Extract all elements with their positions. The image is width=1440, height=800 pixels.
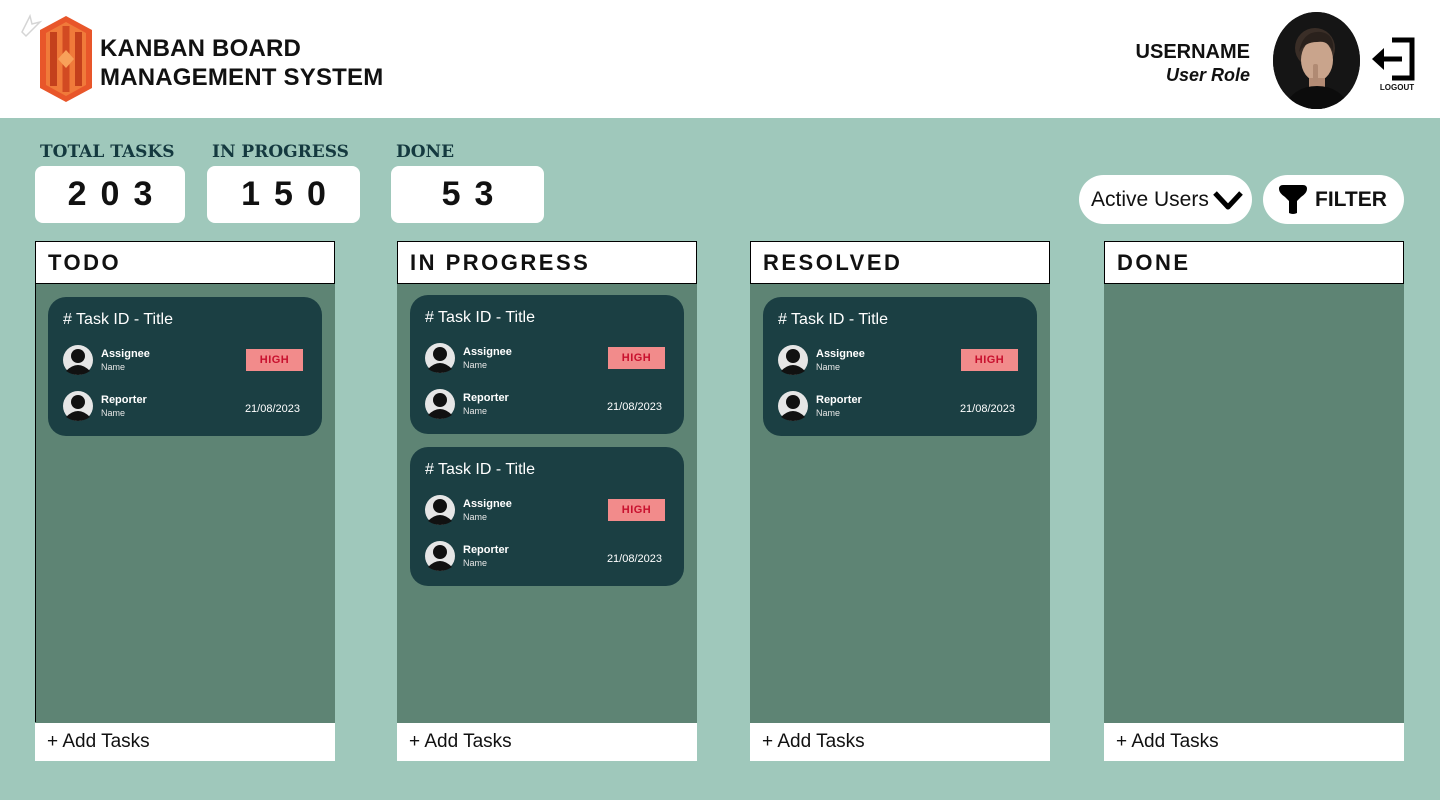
add-tasks-button[interactable]: + Add Tasks (35, 723, 335, 761)
assignee-label: Assignee (101, 348, 150, 360)
logout-label: LOGOUT (1379, 83, 1415, 92)
logout-icon (1372, 37, 1415, 81)
stat-value-in-progress: 150 (207, 166, 360, 223)
column-resolved: RESOLVED # Task ID - Title Assignee Name HIG… (750, 241, 1050, 761)
filter-icon (1279, 184, 1307, 214)
task-title: # Task ID - Title (778, 311, 888, 328)
reporter-name: Name (463, 558, 488, 568)
app-title-line2: MANAGEMENT SYSTEM (100, 64, 384, 91)
column-divider (35, 284, 36, 722)
task-card[interactable]: # Task ID - Title Assignee Name HIGH Reporte… (48, 297, 322, 436)
active-users-dropdown[interactable]: Active Users (1079, 175, 1252, 224)
assignee-label: Assignee (816, 348, 865, 360)
priority-badge: HIGH (608, 347, 665, 369)
assignee-name: Name (101, 362, 126, 372)
assignee-label: Assignee (463, 346, 512, 358)
reporter-avatar-icon (425, 541, 455, 571)
assignee-avatar-icon (425, 343, 455, 373)
priority-badge: HIGH (961, 349, 1018, 371)
task-date: 21/08/2023 (959, 403, 1015, 415)
chevron-down-icon (1213, 190, 1243, 209)
stat-value-done: 53 (391, 166, 544, 223)
reporter-avatar-icon (63, 391, 93, 421)
column-title: IN PROGRESS (397, 241, 697, 284)
app-logo (40, 16, 92, 102)
column-title: DONE (1104, 241, 1404, 284)
add-tasks-button[interactable]: + Add Tasks (397, 723, 697, 761)
reporter-name: Name (101, 408, 126, 418)
stat-value-total: 203 (35, 166, 185, 223)
column-title: TODO (35, 241, 335, 284)
stat-label-total: TOTAL TASKS (40, 142, 175, 162)
reporter-label: Reporter (463, 392, 509, 404)
task-date: 21/08/2023 (606, 401, 662, 413)
app-title: KANBAN BOARD MANAGEMENT SYSTEM (100, 34, 383, 92)
assignee-name: Name (816, 362, 841, 372)
priority-badge: HIGH (246, 349, 303, 371)
avatar-photo (1273, 12, 1360, 109)
add-tasks-button[interactable]: + Add Tasks (750, 723, 1050, 761)
task-card[interactable]: # Task ID - Title Assignee Name HIGH Reporte… (410, 295, 684, 434)
reporter-name: Name (463, 406, 488, 416)
assignee-avatar-icon (63, 345, 93, 375)
stat-label-done: DONE (396, 142, 455, 162)
task-date: 21/08/2023 (244, 403, 300, 415)
filter-label: FILTER (1315, 187, 1387, 211)
assignee-name: Name (463, 360, 488, 370)
username: USERNAME (1135, 41, 1250, 63)
task-title: # Task ID - Title (425, 309, 535, 326)
assignee-avatar-icon (425, 495, 455, 525)
filter-button[interactable]: FILTER (1263, 175, 1404, 224)
task-date: 21/08/2023 (606, 553, 662, 565)
reporter-avatar-icon (778, 391, 808, 421)
reporter-label: Reporter (816, 394, 862, 406)
column-done: DONE + Add Tasks (1104, 241, 1404, 761)
logout-button[interactable]: LOGOUT (1370, 36, 1418, 96)
column-in-progress: IN PROGRESS # Task ID - Title Assignee Name… (397, 241, 697, 761)
assignee-name: Name (463, 512, 488, 522)
assignee-label: Assignee (463, 498, 512, 510)
header: KANBAN BOARD MANAGEMENT SYSTEM USERNAME … (0, 0, 1440, 118)
app-title-line1: KANBAN BOARD (100, 35, 302, 62)
reporter-label: Reporter (463, 544, 509, 556)
column-title: RESOLVED (750, 241, 1050, 284)
reporter-label: Reporter (101, 394, 147, 406)
assignee-avatar-icon (778, 345, 808, 375)
task-title: # Task ID - Title (63, 311, 173, 328)
priority-badge: HIGH (608, 499, 665, 521)
reporter-name: Name (816, 408, 841, 418)
active-users-label: Active Users (1091, 187, 1209, 211)
reporter-avatar-icon (425, 389, 455, 419)
avatar[interactable] (1273, 12, 1360, 109)
column-todo: TODO # Task ID - Title Assignee Name HIGH Rep… (35, 241, 335, 761)
user-role: User Role (1165, 65, 1250, 85)
task-card[interactable]: # Task ID - Title Assignee Name HIGH Reporte… (763, 297, 1037, 436)
task-title: # Task ID - Title (425, 461, 535, 478)
stat-label-in-progress: IN PROGRESS (212, 142, 349, 162)
task-card[interactable]: # Task ID - Title Assignee Name HIGH Reporte… (410, 447, 684, 586)
add-tasks-button[interactable]: + Add Tasks (1104, 723, 1404, 761)
